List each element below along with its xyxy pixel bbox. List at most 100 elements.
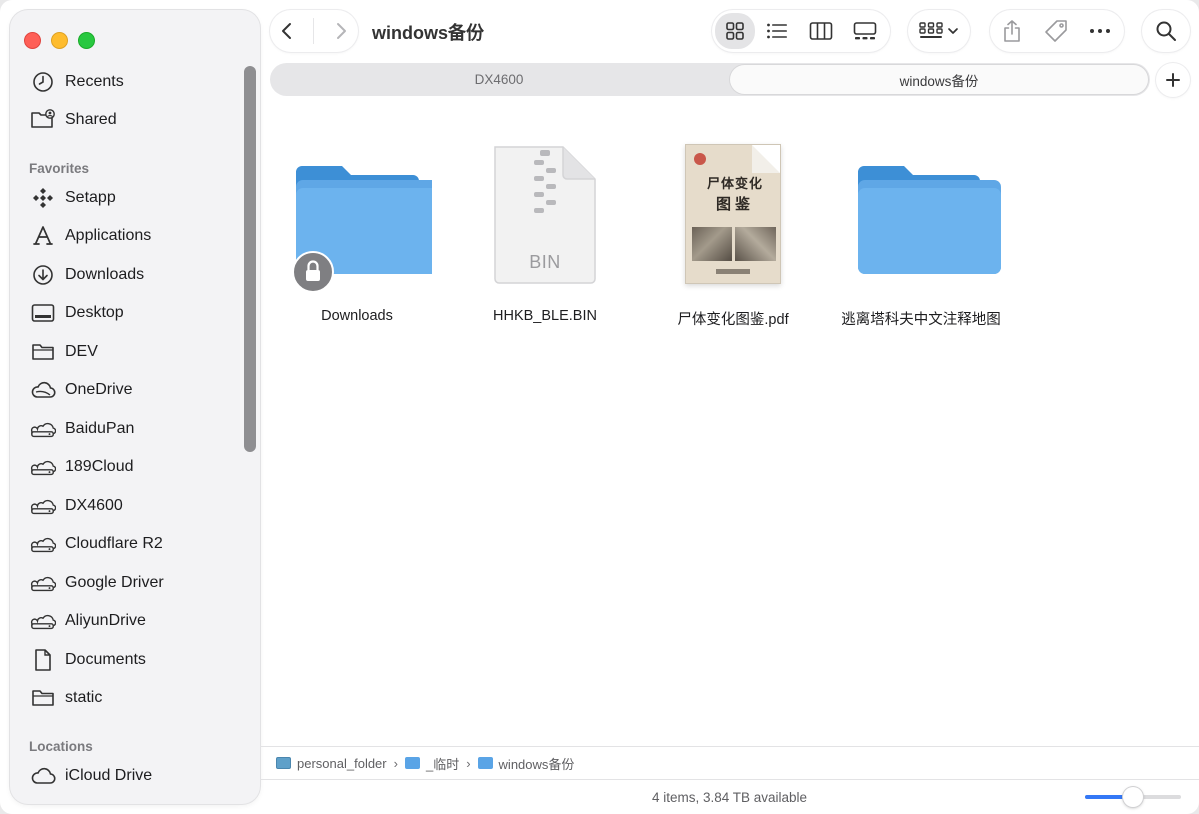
breadcrumb-item[interactable]: windows备份: [477, 754, 575, 773]
breadcrumb-item[interactable]: personal_folder: [276, 756, 387, 771]
tab-dx4600[interactable]: DX4600: [270, 63, 728, 96]
file-item[interactable]: Downloads: [262, 144, 452, 324]
tag-button[interactable]: [1034, 10, 1078, 52]
status-text: 4 items, 3.84 TB available: [651, 790, 808, 805]
back-button[interactable]: [280, 21, 294, 41]
path-bar: personal_folder › _临时 › windows备份: [260, 746, 1199, 780]
minimize-window-button[interactable]: [51, 32, 68, 49]
file-browser: Downloads BIN HHKB_BLE.BIN 尸体变化 图鉴 尸体变化图…: [260, 106, 1199, 746]
file-name: 尸体变化图鉴.pdf: [677, 312, 789, 328]
sidebar-item-dev[interactable]: DEV: [30, 336, 98, 368]
sidebar-item-static[interactable]: static: [30, 682, 102, 714]
shared-folder-icon: [30, 107, 56, 133]
sidebar: Recents Shared Favorites Setapp Applicat…: [10, 10, 260, 804]
sidebar-item-google-driver[interactable]: Google Driver: [30, 567, 164, 599]
icon-size-slider[interactable]: [1085, 787, 1181, 807]
toolbar: windows备份: [260, 0, 1199, 62]
list-view-button[interactable]: [755, 10, 799, 52]
chevron-right-icon: ›: [466, 755, 471, 771]
sidebar-item-label: Recents: [65, 73, 124, 90]
cover-logo: [694, 153, 706, 165]
sidebar-item-documents[interactable]: Documents: [30, 644, 146, 676]
slider-knob[interactable]: [1123, 787, 1143, 807]
locations-section-label: Locations: [29, 739, 93, 754]
icon-view-button[interactable]: [715, 13, 755, 49]
close-window-button[interactable]: [24, 32, 41, 49]
chevron-right-icon: ›: [393, 755, 398, 771]
file-item[interactable]: 尸体变化 图鉴 尸体变化图鉴.pdf: [638, 144, 828, 329]
cloud-drive-icon: [30, 570, 56, 596]
chevron-left-icon: [281, 23, 291, 39]
forward-button[interactable]: [334, 21, 348, 41]
breadcrumb-label: windows备份: [498, 756, 575, 772]
book-cover: 尸体变化 图鉴: [685, 144, 781, 284]
sidebar-item-label: DEV: [65, 343, 98, 360]
sidebar-item-label: Cloudflare R2: [65, 535, 163, 552]
breadcrumb-label: personal_folder: [297, 755, 387, 771]
sidebar-item-setapp[interactable]: Setapp: [30, 182, 116, 214]
gallery-view-button[interactable]: [843, 10, 887, 52]
sidebar-item-desktop[interactable]: Desktop: [30, 297, 124, 329]
breadcrumb-item[interactable]: _临时: [404, 754, 460, 773]
more-button[interactable]: [1078, 10, 1122, 52]
sidebar-item-189cloud[interactable]: 189Cloud: [30, 451, 134, 483]
folder-icon: [30, 685, 56, 711]
sidebar-item-baidupan[interactable]: BaiduPan: [30, 413, 134, 445]
sidebar-item-onedrive[interactable]: OneDrive: [30, 374, 133, 406]
new-tab-button[interactable]: [1156, 63, 1190, 97]
sidebar-item-label: Google Driver: [65, 574, 164, 591]
share-icon: [1004, 20, 1020, 42]
status-bar: 4 items, 3.84 TB available: [260, 781, 1199, 814]
breadcrumb-label: _临时: [425, 756, 460, 772]
folder-icon: [477, 757, 493, 769]
chevron-down-icon: [948, 28, 958, 34]
file-type-badge: BIN: [529, 252, 561, 272]
folder-icon: [404, 757, 420, 769]
ellipsis-icon: [1090, 29, 1110, 33]
sidebar-item-label: Documents: [65, 651, 146, 668]
tab-bar: DX4600 windows备份: [270, 63, 1150, 96]
folder-icon: [30, 339, 56, 365]
share-button[interactable]: [990, 10, 1034, 52]
sidebar-item-applications[interactable]: Applications: [30, 220, 151, 252]
sidebar-item-icloud-drive[interactable]: iCloud Drive: [30, 760, 152, 792]
search-icon: [1156, 21, 1176, 41]
file-item[interactable]: 逃离塔科夫中文注释地图: [826, 144, 1016, 329]
sidebar-item-label: Desktop: [65, 304, 124, 321]
sidebar-item-label: iCloud Drive: [65, 767, 153, 784]
column-view-button[interactable]: [799, 10, 843, 52]
folder-icon: [826, 144, 1016, 294]
finder-window: Recents Shared Favorites Setapp Applicat…: [0, 0, 1199, 814]
sidebar-item-shared[interactable]: Shared: [30, 104, 117, 136]
locked-folder-icon: [262, 144, 452, 294]
search-button[interactable]: [1142, 10, 1190, 52]
desktop-icon: [30, 300, 56, 326]
cover-title-line-2: 图鉴: [715, 195, 754, 213]
zoom-window-button[interactable]: [78, 32, 95, 49]
sidebar-item-dx4600[interactable]: DX4600: [30, 490, 123, 522]
tab-windows-backup[interactable]: windows备份: [730, 65, 1148, 94]
sidebar-item-aliyundrive[interactable]: AliyunDrive: [30, 605, 146, 637]
sidebar-item-label: Setapp: [65, 189, 116, 206]
sidebar-item-label: static: [65, 689, 103, 706]
sidebar-item-label: AliyunDrive: [65, 612, 146, 629]
sidebar-item-downloads[interactable]: Downloads: [30, 259, 144, 291]
cloud-drive-icon: [30, 608, 56, 634]
favorites-section-label: Favorites: [29, 161, 90, 176]
file-name: Downloads: [321, 308, 393, 324]
sidebar-scrollbar[interactable]: [244, 66, 256, 452]
actions-group: [990, 10, 1124, 52]
file-item[interactable]: BIN HHKB_BLE.BIN: [450, 144, 640, 324]
document-icon: [30, 647, 56, 673]
group-by-button[interactable]: [908, 10, 970, 52]
nav-divider: [313, 18, 315, 44]
window-controls: [24, 32, 95, 49]
network-drive-icon: [276, 757, 291, 769]
file-name: 逃离塔科夫中文注释地图: [841, 312, 1001, 328]
sidebar-item-recents[interactable]: Recents: [30, 66, 124, 98]
window-title: windows备份: [372, 23, 484, 43]
file-name: HHKB_BLE.BIN: [493, 308, 597, 324]
sidebar-item-cloudflare-r2[interactable]: Cloudflare R2: [30, 528, 163, 560]
cloud-icon: [30, 763, 56, 789]
cloud-drive-icon: [30, 416, 56, 442]
